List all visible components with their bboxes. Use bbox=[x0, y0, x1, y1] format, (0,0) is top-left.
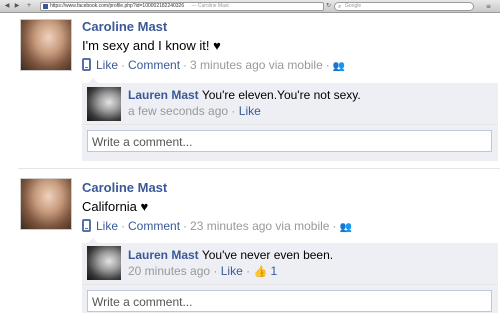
separator: · bbox=[213, 264, 218, 278]
post-actions: Like · Comment · 3 minutes ago via mobile · 👥 bbox=[82, 58, 345, 72]
comment-body: You're eleven.You're not sexy. bbox=[201, 88, 361, 102]
likes-count[interactable]: 1 bbox=[271, 264, 278, 278]
write-comment-input[interactable]: Write a comment... bbox=[87, 130, 492, 152]
comment-link[interactable]: Comment bbox=[128, 58, 180, 72]
write-comment-input[interactable]: Write a comment... bbox=[87, 290, 492, 312]
comment-link[interactable]: Comment bbox=[128, 219, 180, 233]
menu-icon[interactable]: ≡ bbox=[486, 3, 491, 10]
separator: · bbox=[183, 219, 188, 233]
post-timestamp[interactable]: 3 minutes ago via mobile bbox=[190, 58, 323, 72]
comment-text: Lauren Mast You're eleven.You're not sex… bbox=[128, 88, 361, 102]
post-author[interactable]: Caroline Mast bbox=[82, 180, 167, 195]
avatar[interactable] bbox=[20, 19, 72, 71]
post-timestamp[interactable]: 23 minutes ago via mobile bbox=[190, 219, 329, 233]
comment-like-link[interactable]: Like bbox=[239, 104, 261, 118]
separator: · bbox=[121, 58, 126, 72]
address-bar[interactable]: https://www.facebook.com/profile.php?id=… bbox=[40, 2, 324, 11]
search-bar[interactable]: ⌕ Google bbox=[334, 2, 474, 11]
thumbs-up-icon[interactable]: 👍 bbox=[253, 265, 267, 278]
separator: · bbox=[325, 58, 330, 72]
mobile-phone-icon bbox=[82, 219, 91, 232]
post: Caroline Mast I'm sexy and I know it! ♥ … bbox=[0, 14, 500, 164]
comment-text: Lauren Mast You've never even been. bbox=[128, 248, 333, 262]
audience-icon[interactable]: 👥 bbox=[339, 222, 351, 233]
facebook-favicon-icon bbox=[43, 4, 48, 9]
comment-body: You've never even been. bbox=[201, 248, 334, 262]
search-icon: ⌕ bbox=[338, 3, 342, 10]
like-link[interactable]: Like bbox=[96, 58, 118, 72]
like-link[interactable]: Like bbox=[96, 219, 118, 233]
separator: · bbox=[246, 264, 251, 278]
page-title: — Caroline Mast bbox=[191, 3, 229, 9]
post: Caroline Mast California ♥ Like · Comment ·… bbox=[0, 173, 500, 313]
comment-box: Lauren Mast You've never even been. 20 m… bbox=[82, 238, 498, 313]
search-placeholder: Google bbox=[345, 3, 362, 9]
forward-icon[interactable]: ▶ bbox=[13, 2, 21, 10]
comment-avatar[interactable] bbox=[87, 246, 121, 280]
browser-toolbar: ◀ ▶ + https://www.facebook.com/profile.p… bbox=[0, 0, 500, 13]
comment-box: Lauren Mast You're eleven.You're not sex… bbox=[82, 78, 498, 161]
comment-avatar[interactable] bbox=[87, 87, 121, 121]
comment-like-link[interactable]: Like bbox=[221, 264, 243, 278]
mobile-phone-icon bbox=[82, 58, 91, 71]
url-text: https://www.facebook.com/profile.php?id=… bbox=[50, 3, 185, 9]
post-author[interactable]: Caroline Mast bbox=[82, 19, 167, 34]
comment-author[interactable]: Lauren Mast bbox=[128, 248, 199, 262]
comment-item: Lauren Mast You've never even been. 20 m… bbox=[82, 243, 498, 285]
separator: · bbox=[332, 219, 337, 233]
avatar[interactable] bbox=[20, 178, 72, 230]
audience-icon[interactable]: 👥 bbox=[333, 61, 345, 72]
post-message: California ♥ bbox=[82, 199, 149, 214]
comment-item: Lauren Mast You're eleven.You're not sex… bbox=[82, 83, 498, 125]
add-icon[interactable]: + bbox=[25, 2, 33, 10]
separator: · bbox=[183, 58, 188, 72]
separator: · bbox=[121, 219, 126, 233]
reload-icon[interactable]: ↻ bbox=[326, 3, 332, 9]
post-divider bbox=[18, 168, 500, 169]
post-actions: Like · Comment · 23 minutes ago via mobile · 👥 bbox=[82, 219, 352, 233]
separator: · bbox=[231, 104, 236, 118]
post-message: I'm sexy and I know it! ♥ bbox=[82, 38, 221, 53]
comment-author[interactable]: Lauren Mast bbox=[128, 88, 199, 102]
comment-meta: 20 minutes ago · Like · 👍 1 bbox=[128, 264, 277, 278]
comment-timestamp[interactable]: 20 minutes ago bbox=[128, 264, 210, 278]
comment-meta: a few seconds ago · Like bbox=[128, 104, 261, 118]
back-icon[interactable]: ◀ bbox=[3, 2, 11, 10]
comment-timestamp[interactable]: a few seconds ago bbox=[128, 104, 228, 118]
